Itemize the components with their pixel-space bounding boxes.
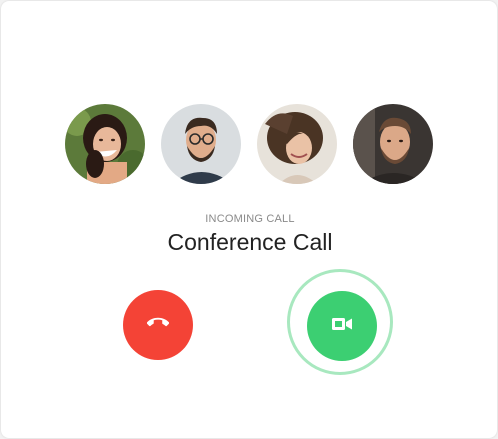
avatar-participant-3 [257, 104, 337, 184]
avatar-participant-4 [353, 104, 433, 184]
video-camera-icon [332, 317, 352, 336]
incoming-call-label: INCOMING CALL [205, 213, 295, 225]
participant-avatars [65, 104, 433, 184]
accept-video-call-button[interactable] [307, 291, 377, 361]
incoming-call-card: INCOMING CALL Conference Call [1, 1, 497, 438]
hang-up-phone-icon [146, 312, 170, 339]
avatar-participant-1 [65, 104, 145, 184]
decline-call-button[interactable] [123, 290, 193, 360]
avatar-participant-2 [161, 104, 241, 184]
call-title: Conference Call [167, 229, 333, 255]
